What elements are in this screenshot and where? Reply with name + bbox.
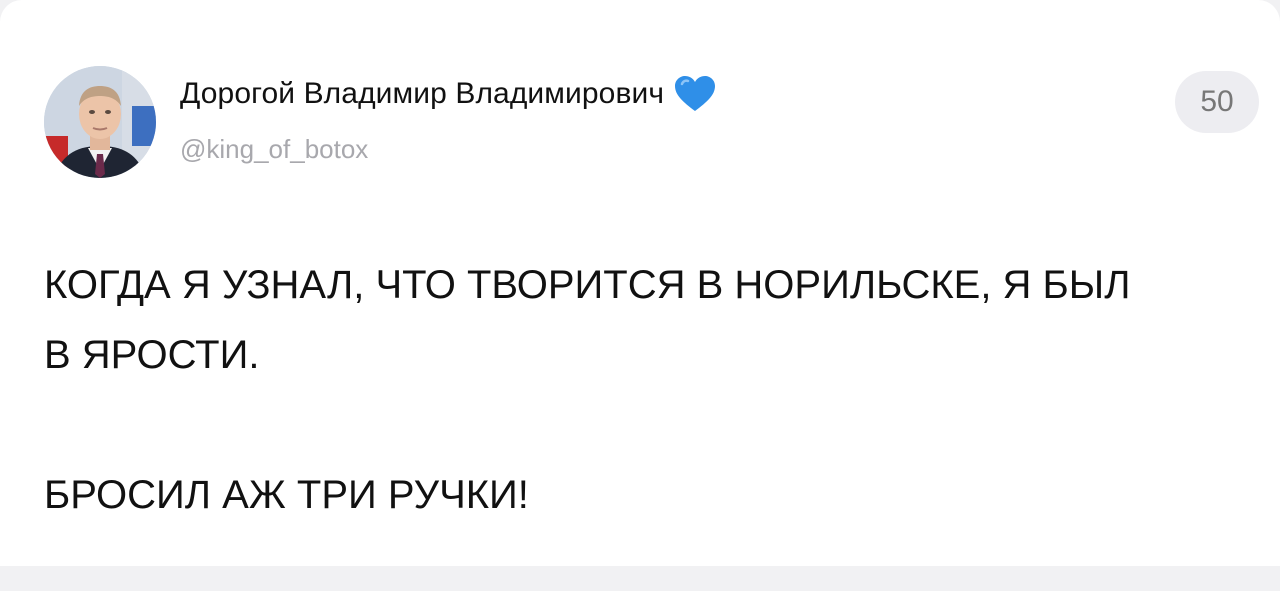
author-row: Дорогой Владимир Владимирович [180, 74, 716, 114]
count-badge[interactable]: 50 [1175, 71, 1259, 133]
blue-heart-icon [674, 75, 716, 113]
post-text-line: БРОСИЛ АЖ ТРИ РУЧКИ! [44, 473, 529, 517]
post-body: КОГДА Я УЗНАЛ, ЧТО ТВОРИТСЯ В НОРИЛЬСКЕ,… [44, 250, 1244, 530]
author-name[interactable]: Дорогой Владимир Владимирович [180, 77, 664, 111]
avatar-image [44, 66, 156, 178]
avatar[interactable] [44, 66, 156, 178]
post-text-line: КОГДА Я УЗНАЛ, ЧТО ТВОРИТСЯ В НОРИЛЬСКЕ,… [44, 263, 1131, 307]
post-card: Дорогой Владимир Владимирович @king_of_b… [0, 0, 1280, 566]
post-text-line: В ЯРОСТИ. [44, 333, 260, 377]
author-handle[interactable]: @king_of_botox [180, 134, 368, 165]
